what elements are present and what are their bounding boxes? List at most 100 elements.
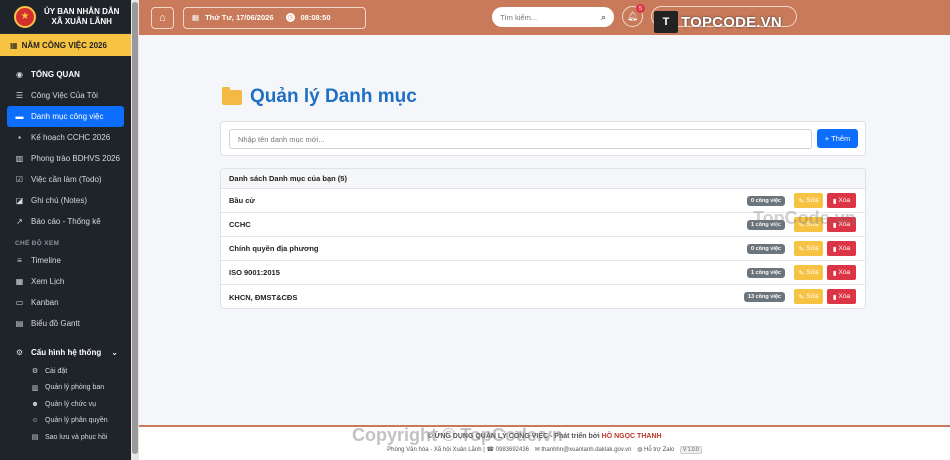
page-title-text: Quản lý Danh mục bbox=[250, 86, 417, 107]
delete-label: Xóa bbox=[838, 293, 851, 300]
folder-icon bbox=[222, 86, 242, 105]
nav-item-overview[interactable]: ◉ TỔNG QUAN bbox=[7, 64, 124, 85]
brand[interactable]: ★ ỦY BAN NHÂN DÂN XÃ XUÂN LÃNH bbox=[0, 0, 131, 34]
nav-item-label: Việc cần làm (Todo) bbox=[31, 175, 102, 184]
delete-button[interactable]: ▮ Xóa bbox=[827, 241, 856, 256]
task-count-badge: 0 công việc bbox=[747, 196, 785, 206]
edit-button[interactable]: ✎ Sửa bbox=[794, 289, 823, 304]
topcode-logo: T TOPCODE.VN bbox=[654, 11, 782, 33]
calendar-icon: ▦ bbox=[15, 277, 24, 286]
watermark-text: TopCode.vn bbox=[753, 208, 856, 228]
year-selector[interactable]: ▦ NĂM CÔNG VIỆC 2026 bbox=[0, 34, 131, 56]
task-count-badge: 1 công việc bbox=[747, 268, 785, 278]
category-name-input[interactable]: Nhập tên danh mục mới... bbox=[229, 129, 812, 149]
footer-phone[interactable]: 0983692436 bbox=[496, 447, 529, 453]
trash-icon: ▮ bbox=[832, 293, 837, 301]
nav-item-categories[interactable]: ▬ Danh mục công việc bbox=[7, 106, 124, 127]
config-item-label: Sao lưu và phục hồi bbox=[45, 433, 108, 441]
kanban-icon: ▭ bbox=[15, 298, 24, 307]
gear-icon: ⚙ bbox=[31, 368, 39, 376]
category-row: ISO 9001:2015 1 công việc ✎ Sửa ▮ Xóa bbox=[221, 261, 865, 285]
edit-icon: ✎ bbox=[798, 269, 805, 277]
search-icon[interactable]: ⌕ bbox=[601, 12, 606, 23]
home-icon: ⌂ bbox=[159, 11, 166, 24]
nav-item-calendar[interactable]: ▦ Xem Lịch bbox=[7, 271, 124, 292]
emblem-icon: ★ bbox=[14, 5, 36, 28]
users-icon: ☻ bbox=[31, 400, 39, 408]
nav-item-timeline[interactable]: ≡ Timeline bbox=[7, 250, 124, 271]
nav-config-toggle[interactable]: ⚙ Cấu hình hệ thống ⌄ bbox=[7, 342, 124, 363]
check-square-icon: ☑ bbox=[15, 175, 24, 184]
nav-item-label: Kanban bbox=[31, 298, 59, 307]
config-item-departments[interactable]: ▥ Quản lý phòng ban bbox=[0, 380, 131, 397]
topcode-logo-text: TOPCODE.VN bbox=[681, 13, 782, 31]
input-placeholder: Nhập tên danh mục mới... bbox=[238, 134, 325, 144]
version-badge: V 1.0.0 bbox=[679, 446, 702, 454]
edit-label: Sửa bbox=[806, 197, 819, 204]
sidebar: ★ ỦY BAN NHÂN DÂN XÃ XUÂN LÃNH ▦ NĂM CÔN… bbox=[0, 0, 131, 460]
edit-icon: ✎ bbox=[798, 293, 805, 301]
edit-button[interactable]: ✎ Sửa bbox=[794, 193, 823, 208]
current-date: Thứ Tư, 17/06/2026 bbox=[205, 13, 274, 22]
nav-item-label: TỔNG QUAN bbox=[31, 70, 80, 79]
config-item-settings[interactable]: ⚙ Cài đặt bbox=[0, 363, 131, 380]
folder-icon: ▬ bbox=[15, 112, 24, 121]
task-count-badge: 13 công việc bbox=[743, 292, 785, 302]
tasks-icon: ☰ bbox=[15, 91, 24, 100]
gears-icon: ⚙ bbox=[15, 348, 24, 357]
nav-item-gantt[interactable]: ▤ Biểu đồ Gantt bbox=[7, 313, 124, 334]
palette-icon: ◉ bbox=[16, 70, 23, 79]
config-item-label: Quản lý phòng ban bbox=[45, 384, 105, 392]
year-label: NĂM CÔNG VIỆC 2026 bbox=[21, 40, 107, 50]
main-nav: ◉ TỔNG QUAN ☰ Công Việc Của Tôi ▬ Danh m… bbox=[0, 56, 131, 446]
clock-icon: ◷ bbox=[285, 13, 295, 22]
search-placeholder: Tìm kiếm... bbox=[500, 12, 538, 22]
sidebar-scrollbar[interactable] bbox=[131, 0, 139, 460]
phone-icon: ☎ bbox=[486, 447, 494, 453]
delete-button[interactable]: ▮ Xóa bbox=[827, 289, 856, 304]
nav-item-label: Danh mục công việc bbox=[31, 112, 104, 121]
nav-item-notes[interactable]: ◪ Ghi chú (Notes) bbox=[7, 190, 124, 211]
edit-button[interactable]: ✎ Sửa bbox=[794, 265, 823, 280]
notification-badge: 5 bbox=[636, 4, 645, 13]
footer-zalo-support[interactable]: Hỗ trợ Zalo bbox=[644, 447, 674, 453]
scrollbar-thumb[interactable] bbox=[132, 2, 138, 454]
category-list-card: Danh sách Danh mục của bạn (5) Bầu cử 0 … bbox=[220, 168, 866, 309]
topcode-logo-icon: T bbox=[654, 11, 678, 33]
edit-button[interactable]: ✎ Sửa bbox=[794, 241, 823, 256]
footer-email[interactable]: thanhhn@xuanlanh.daklak.gov.vn bbox=[541, 447, 631, 453]
nav-item-label: Timeline bbox=[31, 256, 61, 265]
user-shield-icon: ☺ bbox=[31, 417, 39, 425]
config-item-permissions[interactable]: ☺ Quản lý phân quyền bbox=[0, 413, 131, 430]
category-row: KHCN, ĐMST&CĐS 13 công việc ✎ Sửa ▮ Xóa bbox=[221, 285, 865, 308]
config-item-positions[interactable]: ☻ Quản lý chức vụ bbox=[0, 396, 131, 413]
task-count-badge: 0 công việc bbox=[747, 244, 785, 254]
config-item-label: Cài đặt bbox=[45, 367, 68, 375]
edit-icon: ✎ bbox=[798, 197, 805, 205]
home-button[interactable]: ⌂ bbox=[151, 6, 174, 29]
nav-item-reports[interactable]: ↗ Báo cáo - Thống kê bbox=[7, 211, 124, 232]
nav-item-movement[interactable]: ▥ Phong trào BDHVS 2026 bbox=[7, 148, 124, 169]
nav-item-cchc-plan[interactable]: ▪ Kế hoạch CCHC 2026 bbox=[7, 127, 124, 148]
delete-button[interactable]: ▮ Xóa bbox=[827, 265, 856, 280]
add-label: Thêm bbox=[831, 134, 851, 143]
org-name-line1: ỦY BAN NHÂN DÂN bbox=[44, 6, 120, 16]
nav-item-kanban[interactable]: ▭ Kanban bbox=[7, 292, 124, 313]
view-section-label: CHẾ ĐỘ XEM bbox=[15, 240, 60, 247]
config-item-backup[interactable]: ▤ Sao lưu và phục hồi bbox=[0, 429, 131, 446]
search-input[interactable]: Tìm kiếm... ⌕ bbox=[492, 7, 614, 27]
edit-icon: ✎ bbox=[798, 245, 805, 253]
trash-icon: ▮ bbox=[832, 197, 837, 205]
add-category-card: Nhập tên danh mục mới... + Thêm bbox=[220, 121, 866, 156]
email-icon: ✉ bbox=[534, 447, 540, 453]
category-name: ISO 9001:2015 bbox=[229, 268, 280, 277]
nav-item-label: Ghi chú (Notes) bbox=[31, 196, 88, 205]
delete-button[interactable]: ▮ Xóa bbox=[827, 193, 856, 208]
chart-line-icon: ↗ bbox=[16, 217, 23, 226]
add-category-button[interactable]: + Thêm bbox=[817, 129, 858, 148]
building-icon: ▥ bbox=[31, 384, 39, 392]
nav-item-my-tasks[interactable]: ☰ Công Việc Của Tôi bbox=[7, 85, 124, 106]
nav-item-todo[interactable]: ☑ Việc cần làm (Todo) bbox=[7, 169, 124, 190]
notification-button[interactable]: 🔔︎ 5 bbox=[622, 4, 645, 27]
chevron-down-icon: ⌄ bbox=[111, 348, 118, 357]
